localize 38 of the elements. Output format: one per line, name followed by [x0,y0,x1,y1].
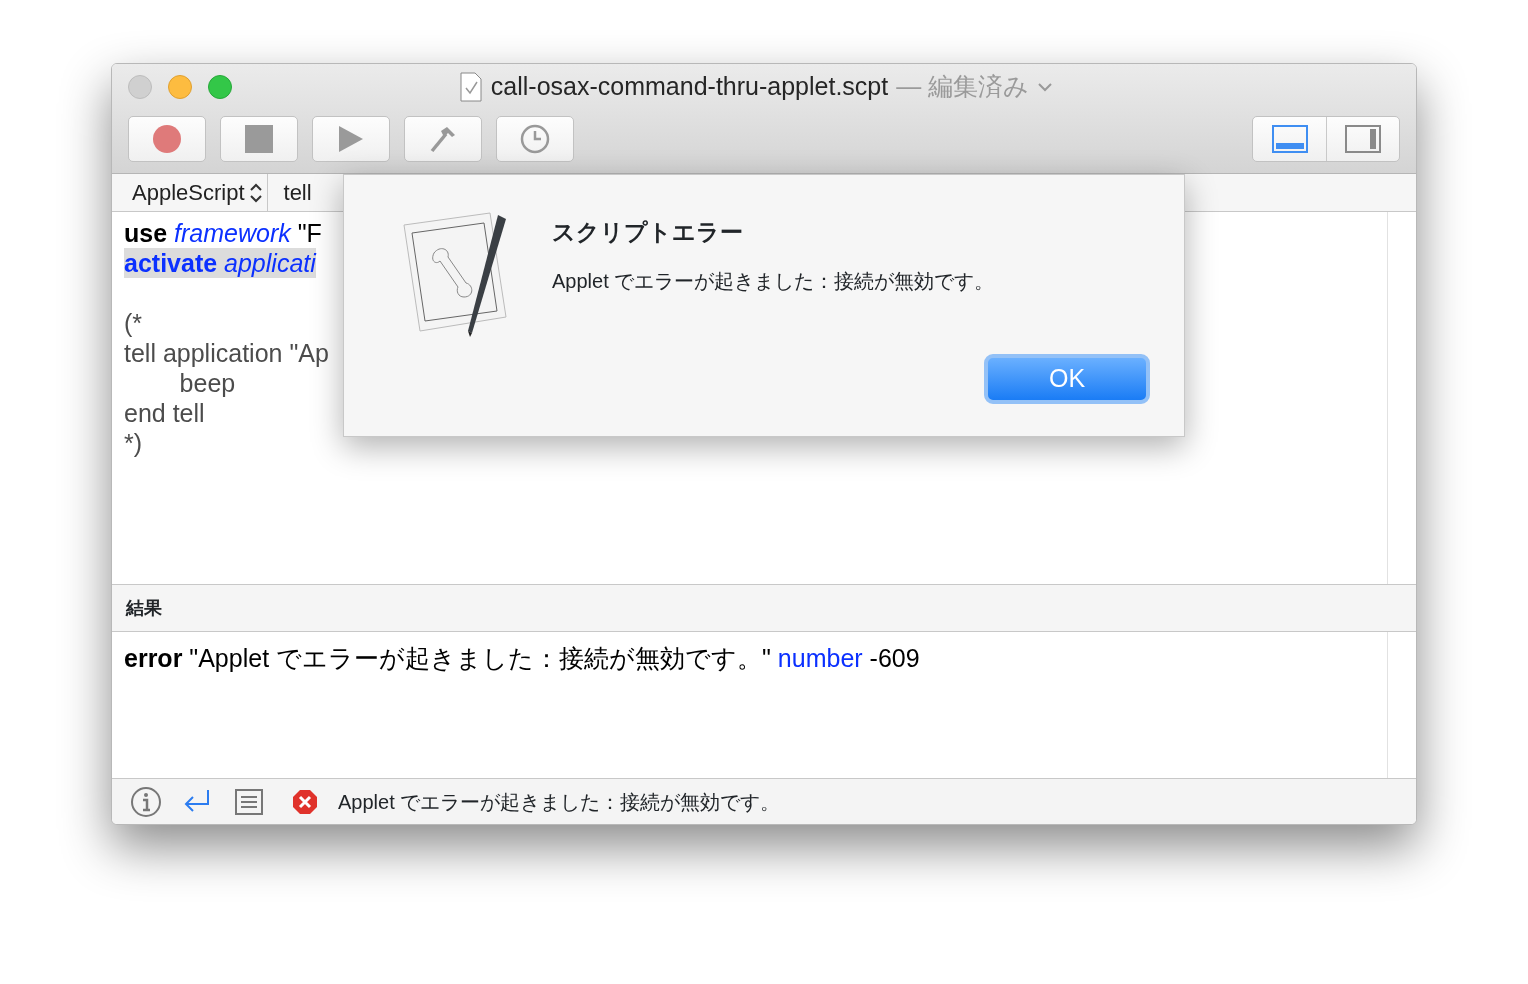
close-button[interactable] [128,75,152,99]
record-button[interactable] [128,116,206,162]
record-icon [152,124,182,154]
edited-status: — 編集済み [896,71,1030,103]
run-button[interactable] [312,116,390,162]
clock-icon [520,124,550,154]
code-line: *) [124,428,143,458]
zoom-button[interactable] [208,75,232,99]
code-line: (* [124,308,143,338]
side-pane-icon [1345,125,1381,153]
result-heading: 結果 [126,596,162,620]
info-icon [130,785,162,818]
stop-button[interactable] [220,116,298,162]
language-selector[interactable]: AppleScript [112,174,268,211]
code-line: tell application "Ap [124,338,329,368]
dialog-message: Applet でエラーが起きました：接続が無効です。 [552,268,996,294]
chevron-down-icon[interactable] [1037,81,1054,93]
code-line: beep [178,368,236,398]
dialog-title: スクリプトエラー [552,218,744,247]
status-message: Applet でエラーが起きました：接続が無効です。 [338,789,781,815]
code-line: use framework "F [124,218,322,248]
pane-tab[interactable] [130,785,162,818]
view-switcher[interactable] [1252,116,1400,162]
window-title: call-osax-command-thru-applet.scpt [490,71,889,103]
bottom-pane-icon [1271,125,1308,153]
code-line: end tell [124,398,205,428]
document-icon [458,72,483,102]
history-button[interactable] [496,116,574,162]
minimize-button[interactable] [168,75,192,99]
stop-icon [245,125,273,153]
navigation-menu[interactable]: tell [267,176,312,209]
list-icon [234,787,264,816]
play-icon [338,125,364,153]
compile-button[interactable] [404,116,482,162]
error-icon [292,788,318,815]
pane-tab[interactable] [234,787,264,816]
hammer-icon [429,125,457,153]
result-text: error "Applet でエラーが起きました：接続が無効です。" number -609 [123,643,921,674]
